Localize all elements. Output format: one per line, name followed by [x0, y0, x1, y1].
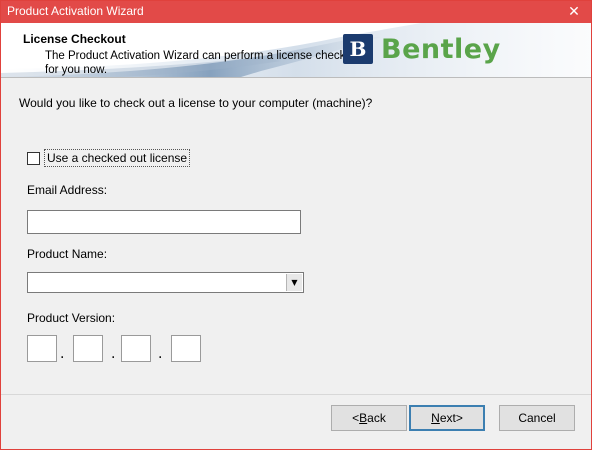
email-label: Email Address: — [27, 183, 108, 197]
version-major-field[interactable] — [27, 335, 57, 362]
email-field[interactable] — [27, 210, 301, 234]
version-separator: . — [60, 346, 65, 362]
version-build-field[interactable] — [121, 335, 151, 362]
next-hotkey: N — [431, 411, 440, 425]
version-revision-field[interactable] — [171, 335, 201, 362]
checkout-question: Would you like to check out a license to… — [19, 96, 373, 110]
back-hotkey: B — [359, 411, 368, 425]
version-minor-field[interactable] — [73, 335, 103, 362]
banner-description: The Product Activation Wizard can perfor… — [45, 50, 362, 76]
footer-divider — [1, 394, 591, 395]
version-separator: . — [158, 346, 163, 362]
title-bar[interactable]: Product Activation Wizard ✕ — [1, 1, 591, 23]
use-checked-out-license-checkbox[interactable]: Use a checked out license — [27, 149, 191, 167]
close-icon[interactable]: ✕ — [563, 1, 585, 23]
checkbox-box[interactable] — [27, 151, 40, 165]
back-button[interactable]: <Back — [331, 405, 407, 431]
product-name-select[interactable]: ▼ — [27, 272, 304, 293]
back-label-rest: ack — [367, 411, 386, 425]
next-button[interactable]: Next> — [409, 405, 485, 431]
dropdown-arrow-icon[interactable]: ▼ — [286, 274, 302, 291]
bentley-logo-mark-icon: B — [343, 34, 373, 64]
product-version-label: Product Version: — [27, 311, 116, 325]
banner-heading: License Checkout — [23, 32, 126, 46]
header-banner: License Checkout The Product Activation … — [1, 23, 591, 78]
cancel-button[interactable]: Cancel — [499, 405, 575, 431]
window-title: Product Activation Wizard — [7, 4, 144, 18]
use-checked-out-license-label[interactable]: Use a checked out license — [44, 149, 191, 167]
version-separator: . — [111, 346, 116, 362]
bentley-logo-text: Bentley — [381, 33, 501, 65]
bentley-logo: B Bentley — [343, 33, 501, 65]
wizard-window: Product Activation Wizard ✕ License Chec… — [0, 0, 592, 450]
product-name-label: Product Name: — [27, 247, 108, 261]
next-label-rest: ext> — [439, 411, 463, 425]
